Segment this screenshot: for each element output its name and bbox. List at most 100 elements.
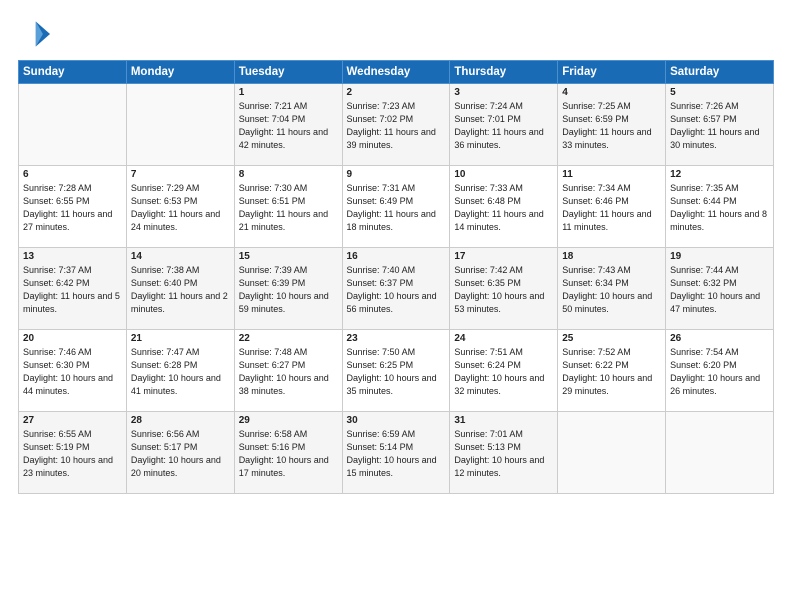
week-row-4: 20Sunrise: 7:46 AM Sunset: 6:30 PM Dayli…	[19, 330, 774, 412]
day-number: 4	[562, 87, 661, 98]
calendar-cell: 31Sunrise: 7:01 AM Sunset: 5:13 PM Dayli…	[450, 412, 558, 494]
day-number: 21	[131, 333, 230, 344]
day-info: Sunrise: 7:34 AM Sunset: 6:46 PM Dayligh…	[562, 182, 661, 234]
calendar-cell: 27 Sunrise: 6:55 AM Sunset: 5:19 PM Dayli…	[19, 412, 127, 494]
calendar-cell: 13 Sunrise: 7:37 AM Sunset: 6:42 PM Dayli…	[19, 248, 127, 330]
day-number: 28	[131, 415, 230, 426]
day-info: Sunrise: 7:35 AM Sunset: 6:44 PM Dayligh…	[670, 182, 769, 234]
calendar-cell: 3 Sunrise: 7:24 AM Sunset: 7:01 PM Daylig…	[450, 84, 558, 166]
logo	[18, 18, 54, 50]
day-number: 12	[670, 169, 769, 180]
day-number: 19	[670, 251, 769, 262]
day-info: Sunrise: 6:56 AM Sunset: 5:17 PM Dayligh…	[131, 428, 230, 480]
weekday-monday: Monday	[126, 61, 234, 84]
calendar-cell: 28 Sunrise: 6:56 AM Sunset: 5:17 PM Dayli…	[126, 412, 234, 494]
calendar-cell: 16 Sunrise: 7:40 AM Sunset: 6:37 PM Dayli…	[342, 248, 450, 330]
day-number: 29	[239, 415, 338, 426]
day-info: Sunrise: 7:48 AM Sunset: 6:27 PM Dayligh…	[239, 346, 338, 398]
day-number: 22	[239, 333, 338, 344]
calendar-cell: 21 Sunrise: 7:47 AM Sunset: 6:28 PM Dayli…	[126, 330, 234, 412]
day-number: 23	[347, 333, 446, 344]
day-info: Sunrise: 7:21 AM Sunset: 7:04 PM Dayligh…	[239, 100, 338, 152]
day-info: Sunrise: 7:46 AM Sunset: 6:30 PM Dayligh…	[23, 346, 122, 398]
weekday-saturday: Saturday	[666, 61, 774, 84]
calendar-cell: 19 Sunrise: 7:44 AM Sunset: 6:32 PM Dayli…	[666, 248, 774, 330]
day-number: 13	[23, 251, 122, 262]
weekday-thursday: Thursday	[450, 61, 558, 84]
week-row-5: 27 Sunrise: 6:55 AM Sunset: 5:19 PM Dayli…	[19, 412, 774, 494]
weekday-sunday: Sunday	[19, 61, 127, 84]
calendar-cell: 18 Sunrise: 7:43 AM Sunset: 6:34 PM Dayli…	[558, 248, 666, 330]
page-header	[18, 18, 774, 50]
calendar-cell: 1Sunrise: 7:21 AM Sunset: 7:04 PM Daylig…	[234, 84, 342, 166]
calendar-cell: 9Sunrise: 7:31 AM Sunset: 6:49 PM Daylig…	[342, 166, 450, 248]
week-row-2: 6 Sunrise: 7:28 AM Sunset: 6:55 PM Daylig…	[19, 166, 774, 248]
day-number: 7	[131, 169, 230, 180]
day-number: 8	[239, 169, 338, 180]
day-number: 25	[562, 333, 661, 344]
day-number: 18	[562, 251, 661, 262]
calendar-cell: 10 Sunrise: 7:33 AM Sunset: 6:48 PM Dayli…	[450, 166, 558, 248]
day-info: Sunrise: 7:28 AM Sunset: 6:55 PM Dayligh…	[23, 182, 122, 234]
day-number: 14	[131, 251, 230, 262]
day-number: 31	[454, 415, 553, 426]
day-number: 30	[347, 415, 446, 426]
weekday-friday: Friday	[558, 61, 666, 84]
day-number: 5	[670, 87, 769, 98]
calendar-cell: 8Sunrise: 7:30 AM Sunset: 6:51 PM Daylig…	[234, 166, 342, 248]
calendar-cell: 25 Sunrise: 7:52 AM Sunset: 6:22 PM Dayli…	[558, 330, 666, 412]
day-number: 24	[454, 333, 553, 344]
calendar-cell: 22 Sunrise: 7:48 AM Sunset: 6:27 PM Dayli…	[234, 330, 342, 412]
day-number: 16	[347, 251, 446, 262]
day-info: Sunrise: 7:29 AM Sunset: 6:53 PM Dayligh…	[131, 182, 230, 234]
logo-icon	[18, 18, 50, 50]
day-number: 2	[347, 87, 446, 98]
day-info: Sunrise: 7:47 AM Sunset: 6:28 PM Dayligh…	[131, 346, 230, 398]
calendar-cell: 11 Sunrise: 7:34 AM Sunset: 6:46 PM Dayli…	[558, 166, 666, 248]
day-number: 17	[454, 251, 553, 262]
calendar-cell: 4Sunrise: 7:25 AM Sunset: 6:59 PM Daylig…	[558, 84, 666, 166]
day-info: Sunrise: 7:50 AM Sunset: 6:25 PM Dayligh…	[347, 346, 446, 398]
day-info: Sunrise: 7:44 AM Sunset: 6:32 PM Dayligh…	[670, 264, 769, 316]
day-info: Sunrise: 7:37 AM Sunset: 6:42 PM Dayligh…	[23, 264, 122, 316]
day-number: 3	[454, 87, 553, 98]
calendar-cell: 30 Sunrise: 6:59 AM Sunset: 5:14 PM Dayli…	[342, 412, 450, 494]
day-info: Sunrise: 7:51 AM Sunset: 6:24 PM Dayligh…	[454, 346, 553, 398]
calendar-cell: 29 Sunrise: 6:58 AM Sunset: 5:16 PM Dayli…	[234, 412, 342, 494]
day-info: Sunrise: 7:40 AM Sunset: 6:37 PM Dayligh…	[347, 264, 446, 316]
calendar-cell: 26 Sunrise: 7:54 AM Sunset: 6:20 PM Dayli…	[666, 330, 774, 412]
calendar-cell: 6 Sunrise: 7:28 AM Sunset: 6:55 PM Daylig…	[19, 166, 127, 248]
calendar-table: SundayMondayTuesdayWednesdayThursdayFrid…	[18, 60, 774, 494]
day-number: 27	[23, 415, 122, 426]
day-info: Sunrise: 7:42 AM Sunset: 6:35 PM Dayligh…	[454, 264, 553, 316]
calendar-cell	[19, 84, 127, 166]
day-info: Sunrise: 6:59 AM Sunset: 5:14 PM Dayligh…	[347, 428, 446, 480]
calendar-cell: 2Sunrise: 7:23 AM Sunset: 7:02 PM Daylig…	[342, 84, 450, 166]
day-number: 6	[23, 169, 122, 180]
day-info: Sunrise: 6:55 AM Sunset: 5:19 PM Dayligh…	[23, 428, 122, 480]
calendar-cell: 17 Sunrise: 7:42 AM Sunset: 6:35 PM Dayli…	[450, 248, 558, 330]
calendar-cell: 12 Sunrise: 7:35 AM Sunset: 6:44 PM Dayli…	[666, 166, 774, 248]
day-info: Sunrise: 7:31 AM Sunset: 6:49 PM Dayligh…	[347, 182, 446, 234]
day-info: Sunrise: 7:43 AM Sunset: 6:34 PM Dayligh…	[562, 264, 661, 316]
day-number: 11	[562, 169, 661, 180]
day-info: Sunrise: 7:54 AM Sunset: 6:20 PM Dayligh…	[670, 346, 769, 398]
day-info: Sunrise: 6:58 AM Sunset: 5:16 PM Dayligh…	[239, 428, 338, 480]
day-number: 26	[670, 333, 769, 344]
weekday-wednesday: Wednesday	[342, 61, 450, 84]
calendar-cell	[666, 412, 774, 494]
calendar-cell	[126, 84, 234, 166]
day-info: Sunrise: 7:24 AM Sunset: 7:01 PM Dayligh…	[454, 100, 553, 152]
calendar-cell: 5 Sunrise: 7:26 AM Sunset: 6:57 PM Daylig…	[666, 84, 774, 166]
day-info: Sunrise: 7:26 AM Sunset: 6:57 PM Dayligh…	[670, 100, 769, 152]
calendar-cell: 24 Sunrise: 7:51 AM Sunset: 6:24 PM Dayli…	[450, 330, 558, 412]
day-info: Sunrise: 7:33 AM Sunset: 6:48 PM Dayligh…	[454, 182, 553, 234]
calendar-cell: 7 Sunrise: 7:29 AM Sunset: 6:53 PM Daylig…	[126, 166, 234, 248]
day-number: 10	[454, 169, 553, 180]
weekday-header-row: SundayMondayTuesdayWednesdayThursdayFrid…	[19, 61, 774, 84]
day-info: Sunrise: 7:52 AM Sunset: 6:22 PM Dayligh…	[562, 346, 661, 398]
calendar-cell	[558, 412, 666, 494]
calendar-cell: 20Sunrise: 7:46 AM Sunset: 6:30 PM Dayli…	[19, 330, 127, 412]
week-row-3: 13 Sunrise: 7:37 AM Sunset: 6:42 PM Dayli…	[19, 248, 774, 330]
day-number: 15	[239, 251, 338, 262]
